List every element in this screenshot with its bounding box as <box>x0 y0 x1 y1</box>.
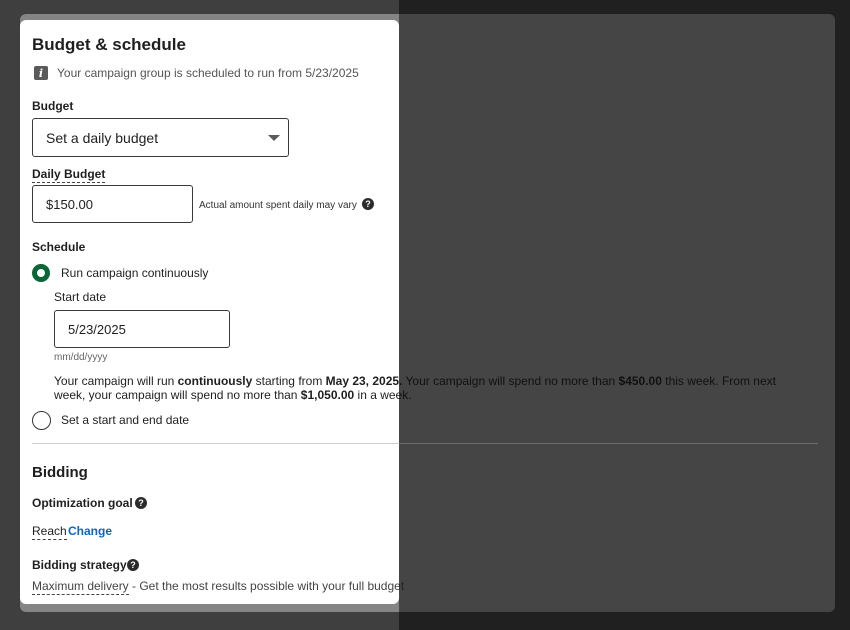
summary-bold: $450.00 <box>618 374 662 388</box>
budget-type-value: Set a daily budget <box>46 129 159 146</box>
daily-budget-note: Actual amount spent daily may vary <box>199 200 357 211</box>
optimization-goal-value[interactable]: Reach <box>32 524 67 540</box>
summary-text: Your campaign will spend no more than <box>402 374 619 388</box>
bidding-strategy-line: Maximum delivery - Get the most results … <box>32 579 405 595</box>
radio-run-continuously[interactable] <box>32 264 50 282</box>
start-date-input[interactable]: 5/23/2025 <box>54 310 230 348</box>
info-icon: i <box>34 66 48 80</box>
daily-budget-label[interactable]: Daily Budget <box>32 167 106 183</box>
section-divider <box>32 443 818 444</box>
bidding-title: Bidding <box>32 464 88 481</box>
summary-text: in a week. <box>354 388 412 402</box>
question-circle-icon[interactable]: ? <box>127 559 139 571</box>
start-date-label: Start date <box>54 290 107 304</box>
question-circle-icon[interactable]: ? <box>135 497 147 509</box>
caret-down-icon <box>268 135 280 141</box>
summary-text: starting from <box>252 374 326 388</box>
summary-bold: continuously <box>177 374 253 388</box>
budget-type-select[interactable]: Set a daily budget <box>32 118 289 157</box>
schedule-info-text: Your campaign group is scheduled to run … <box>57 66 359 80</box>
schedule-summary: Your campaign will run continuously star… <box>54 374 794 402</box>
start-date-value: 5/23/2025 <box>68 321 126 337</box>
summary-bold: May 23, 2025. <box>325 374 403 388</box>
question-circle-icon[interactable]: ? <box>362 198 374 210</box>
date-format-hint: mm/dd/yyyy <box>54 352 108 363</box>
summary-bold: $1,050.00 <box>300 388 355 402</box>
budget-schedule-panel: Budget & schedule i Your campaign group … <box>20 20 820 604</box>
daily-budget-value: $150.00 <box>46 196 93 212</box>
budget-label: Budget <box>32 99 74 113</box>
run-continuously-label[interactable]: Run campaign continuously <box>61 266 208 280</box>
change-goal-link[interactable]: Change <box>68 524 112 538</box>
bidding-strategy-desc: - Get the most results possible with you… <box>128 579 405 593</box>
section-title: Budget & schedule <box>32 35 186 54</box>
bidding-strategy-label: Bidding strategy <box>32 558 127 572</box>
optimization-goal-label: Optimization goal <box>32 496 133 510</box>
bidding-strategy-value[interactable]: Maximum delivery <box>32 579 129 595</box>
start-end-date-label[interactable]: Set a start and end date <box>61 413 189 427</box>
daily-budget-input[interactable]: $150.00 <box>32 185 193 223</box>
summary-text: Your campaign will run <box>54 374 178 388</box>
schedule-label: Schedule <box>32 240 86 254</box>
radio-start-end-date[interactable] <box>32 411 51 430</box>
